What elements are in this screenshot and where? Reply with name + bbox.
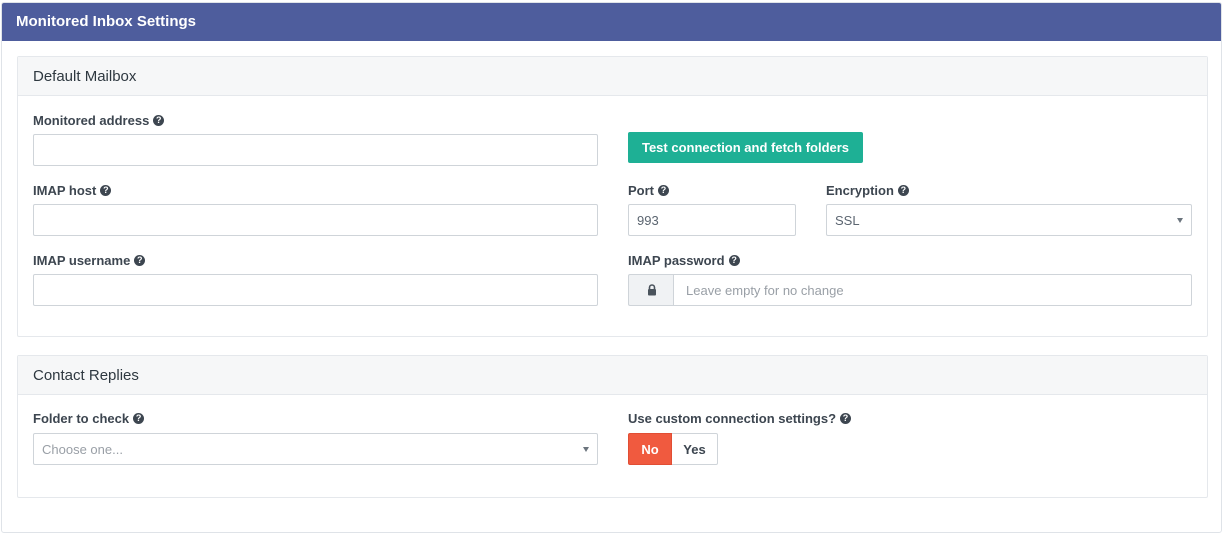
custom-connection-label-text: Use custom connection settings? [628, 411, 837, 426]
imap-host-input[interactable] [33, 204, 598, 236]
chevron-down-icon [1177, 218, 1183, 223]
imap-password-label-text: IMAP password [628, 253, 725, 268]
port-label-text: Port [628, 183, 654, 198]
lock-addon [628, 274, 674, 306]
imap-password-placeholder: Leave empty for no change [686, 282, 844, 298]
imap-host-label: IMAP host ? [33, 183, 112, 198]
folder-select-placeholder: Choose one... [42, 441, 123, 457]
folder-select[interactable]: Choose one... [33, 433, 598, 465]
imap-username-input[interactable] [33, 274, 598, 306]
custom-connection-yes-button[interactable]: Yes [672, 433, 718, 465]
test-connection-button[interactable]: Test connection and fetch folders [628, 132, 863, 163]
encryption-value: SSL [835, 212, 860, 228]
question-circle-icon[interactable]: ? [100, 185, 112, 196]
question-circle-icon[interactable]: ? [153, 115, 165, 126]
imap-password-label: IMAP password ? [628, 253, 740, 268]
encryption-label: Encryption ? [826, 183, 909, 198]
lock-icon [647, 284, 656, 296]
imap-host-label-text: IMAP host [33, 183, 97, 198]
monitored-address-input[interactable] [33, 134, 598, 166]
default-mailbox-section: Default Mailbox Monitored address ? Test… [17, 56, 1208, 337]
panel-title: Monitored Inbox Settings [2, 3, 1221, 41]
monitored-address-label-text: Monitored address [33, 113, 150, 128]
question-circle-icon[interactable]: ? [728, 255, 740, 266]
port-input[interactable]: 993 [628, 204, 796, 236]
encryption-select[interactable]: SSL [826, 204, 1192, 236]
port-value: 993 [637, 212, 659, 228]
question-circle-icon[interactable]: ? [134, 255, 146, 266]
contact-replies-title: Contact Replies [18, 356, 1207, 395]
encryption-label-text: Encryption [826, 183, 894, 198]
question-circle-icon[interactable]: ? [897, 185, 909, 196]
imap-username-label-text: IMAP username [33, 253, 131, 268]
default-mailbox-title: Default Mailbox [18, 57, 1207, 96]
imap-password-input[interactable]: Leave empty for no change [673, 274, 1192, 306]
folder-to-check-label: Folder to check ? [33, 411, 145, 426]
monitored-inbox-panel: Monitored Inbox Settings Default Mailbox… [1, 2, 1222, 533]
custom-connection-label: Use custom connection settings? ? [628, 411, 852, 426]
monitored-address-label: Monitored address ? [33, 113, 165, 128]
question-circle-icon[interactable]: ? [133, 413, 145, 424]
imap-username-label: IMAP username ? [33, 253, 146, 268]
contact-replies-section: Contact Replies Folder to check ? Choose… [17, 355, 1208, 498]
custom-connection-no-button[interactable]: No [628, 433, 672, 465]
port-label: Port ? [628, 183, 669, 198]
question-circle-icon[interactable]: ? [658, 185, 669, 196]
chevron-down-icon [583, 447, 589, 452]
question-circle-icon[interactable]: ? [840, 413, 852, 424]
folder-to-check-label-text: Folder to check [33, 411, 130, 426]
